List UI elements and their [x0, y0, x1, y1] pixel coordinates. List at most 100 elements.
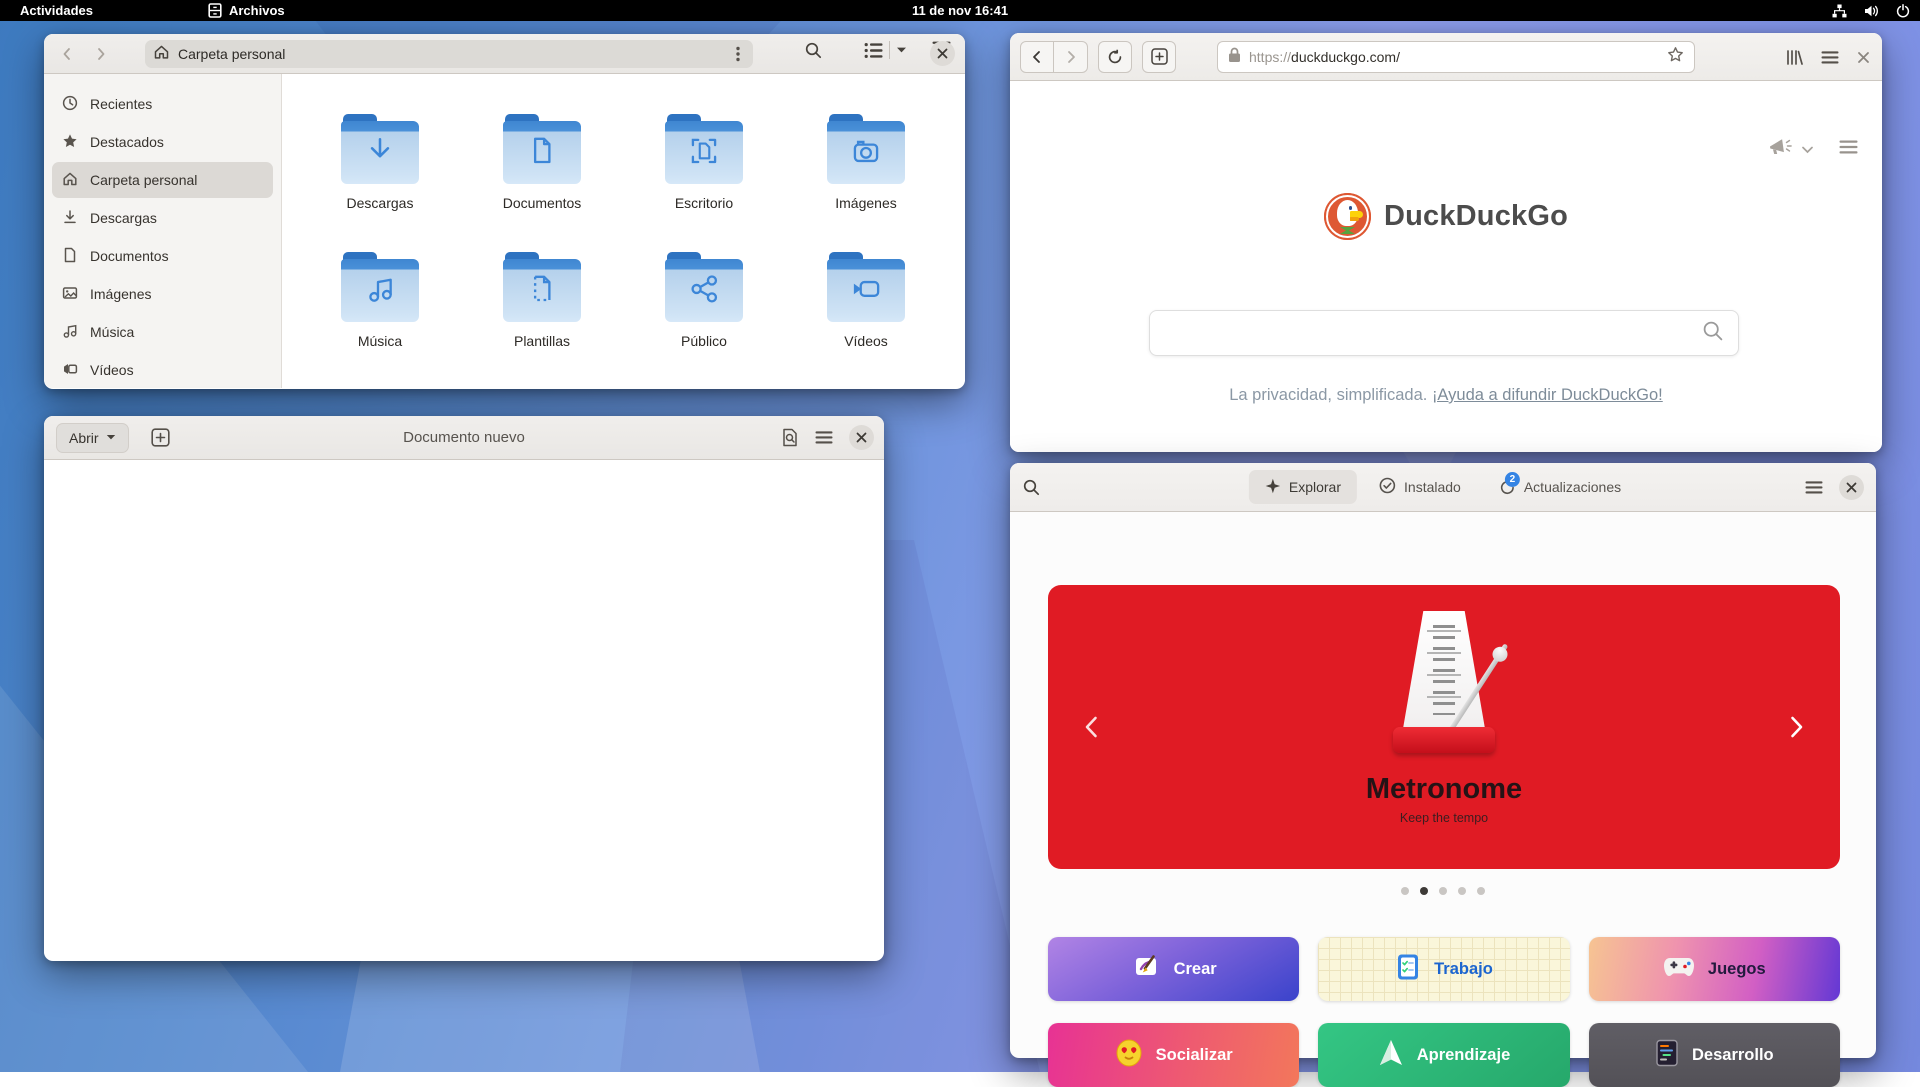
- carousel-next-icon[interactable]: [1780, 710, 1814, 744]
- template-emblem-icon: [523, 270, 561, 313]
- files-sidebar: Recientes Destacados Carpeta personal De…: [44, 74, 282, 388]
- software-window: Explorar Instalado 2 Actualizaciones: [1010, 463, 1876, 1058]
- duckduckgo-logo-icon: [1324, 193, 1371, 240]
- category-aprendizaje[interactable]: Aprendizaje: [1318, 1023, 1569, 1087]
- caret-down-icon: [106, 434, 116, 441]
- open-button[interactable]: Abrir: [56, 423, 129, 453]
- sidebar-item-imagenes[interactable]: Imágenes: [52, 276, 273, 312]
- explore-icon: [1265, 478, 1281, 497]
- page-menu-icon[interactable]: [1839, 140, 1858, 159]
- updates-badge: 2: [1505, 472, 1520, 487]
- folder-documentos[interactable]: Documentos: [461, 114, 623, 252]
- tagline-link[interactable]: ¡Ayuda a difundir DuckDuckGo!: [1432, 386, 1663, 404]
- back-button[interactable]: [54, 41, 80, 67]
- category-desarrollo[interactable]: Desarrollo: [1589, 1023, 1840, 1087]
- folder-imagenes[interactable]: Imágenes: [785, 114, 947, 252]
- system-status-area[interactable]: [1832, 0, 1910, 21]
- tab-actualizaciones[interactable]: 2 Actualizaciones: [1483, 470, 1637, 504]
- close-icon[interactable]: [1857, 51, 1870, 64]
- bookmark-star-icon[interactable]: [1667, 46, 1684, 68]
- sidebar-item-videos[interactable]: Vídeos: [52, 352, 273, 388]
- search-icon[interactable]: [804, 41, 823, 60]
- menu-icon[interactable]: [815, 431, 833, 444]
- category-label: Trabajo: [1434, 960, 1493, 979]
- path-bar[interactable]: Carpeta personal: [145, 40, 753, 68]
- carousel-dots[interactable]: [1010, 887, 1876, 895]
- focused-app-menu[interactable]: Archivos: [198, 0, 295, 21]
- metronome-artwork: [1369, 611, 1519, 763]
- folder-descargas[interactable]: Descargas: [299, 114, 461, 252]
- power-icon: [1896, 4, 1910, 18]
- folder-musica[interactable]: Música: [299, 252, 461, 390]
- list-view-icon: [864, 42, 883, 59]
- editor-title: Documento nuevo: [403, 429, 525, 446]
- tab-instalado[interactable]: Instalado: [1363, 470, 1477, 504]
- category-crear[interactable]: Crear: [1048, 937, 1299, 1001]
- carousel-dot[interactable]: [1401, 887, 1409, 895]
- carousel-dot-active[interactable]: [1420, 887, 1428, 895]
- new-document-icon[interactable]: [151, 428, 170, 447]
- carousel-dot[interactable]: [1477, 887, 1485, 895]
- search-icon[interactable]: [1702, 320, 1724, 347]
- menu-icon[interactable]: [1821, 51, 1839, 64]
- library-icon[interactable]: [1786, 49, 1803, 66]
- featured-banner[interactable]: Metronome Keep the tempo: [1048, 585, 1840, 869]
- folder-publico[interactable]: Público: [623, 252, 785, 390]
- files-app-icon: [208, 3, 222, 18]
- forward-button[interactable]: [1054, 41, 1088, 73]
- software-headerbar: Explorar Instalado 2 Actualizaciones: [1010, 463, 1876, 512]
- carousel-dot[interactable]: [1458, 887, 1466, 895]
- path-more-dots-icon[interactable]: [729, 45, 747, 63]
- sidebar-label: Música: [90, 324, 134, 340]
- back-button[interactable]: [1020, 41, 1054, 73]
- menu-icon[interactable]: [1805, 481, 1823, 494]
- document-icon: [62, 247, 78, 266]
- url-bar[interactable]: https://duckduckgo.com/: [1217, 41, 1695, 73]
- files-headerbar: Carpeta personal: [44, 34, 965, 74]
- category-socializar[interactable]: Socializar: [1048, 1023, 1299, 1087]
- category-trabajo[interactable]: Trabajo: [1318, 937, 1569, 1001]
- chevron-down-icon[interactable]: [1802, 141, 1813, 159]
- installed-check-icon: [1379, 477, 1396, 497]
- activities-button[interactable]: Actividades: [10, 0, 103, 21]
- browser-headerbar: https://duckduckgo.com/: [1010, 33, 1882, 81]
- close-icon[interactable]: [849, 425, 874, 450]
- sidebar-item-documentos[interactable]: Documentos: [52, 238, 273, 274]
- carousel-dot[interactable]: [1439, 887, 1447, 895]
- download-icon: [62, 209, 78, 228]
- updates-icon: 2: [1499, 479, 1516, 496]
- close-icon[interactable]: [930, 41, 955, 66]
- close-icon[interactable]: [1839, 475, 1864, 500]
- tab-label: Explorar: [1289, 479, 1341, 495]
- home-icon: [153, 44, 170, 65]
- caret-down-icon: [896, 46, 907, 54]
- text-editor-window: Abrir Documento nuevo: [44, 416, 884, 961]
- forward-button[interactable]: [88, 41, 114, 67]
- sidebar-item-carpeta-personal[interactable]: Carpeta personal: [52, 162, 273, 198]
- megaphone-icon[interactable]: [1768, 137, 1794, 162]
- document-search-icon[interactable]: [781, 428, 799, 447]
- sidebar-item-destacados[interactable]: Destacados: [52, 124, 273, 160]
- new-tab-icon[interactable]: [1142, 41, 1176, 73]
- reload-icon[interactable]: [1098, 41, 1132, 73]
- carousel-prev-icon[interactable]: [1074, 710, 1108, 744]
- clock[interactable]: 11 de nov 16:41: [912, 3, 1008, 18]
- games-icon: [1663, 955, 1695, 984]
- sidebar-item-recientes[interactable]: Recientes: [52, 86, 273, 122]
- tab-explorar[interactable]: Explorar: [1249, 470, 1357, 504]
- editor-text-area[interactable]: [44, 460, 884, 960]
- folder-escritorio[interactable]: Escritorio: [623, 114, 785, 252]
- path-label: Carpeta personal: [178, 46, 285, 62]
- folder-plantillas[interactable]: Plantillas: [461, 252, 623, 390]
- search-icon[interactable]: [1022, 478, 1041, 497]
- browser-window: https://duckduckgo.com/: [1010, 33, 1882, 452]
- folder-videos[interactable]: Vídeos: [785, 252, 947, 390]
- search-input[interactable]: [1150, 324, 1702, 342]
- home-icon: [62, 171, 78, 190]
- sidebar-label: Descargas: [90, 210, 157, 226]
- sidebar-item-musica[interactable]: Música: [52, 314, 273, 350]
- category-juegos[interactable]: Juegos: [1589, 937, 1840, 1001]
- view-toggle-button[interactable]: [864, 41, 907, 59]
- search-box[interactable]: [1149, 310, 1739, 356]
- sidebar-item-descargas[interactable]: Descargas: [52, 200, 273, 236]
